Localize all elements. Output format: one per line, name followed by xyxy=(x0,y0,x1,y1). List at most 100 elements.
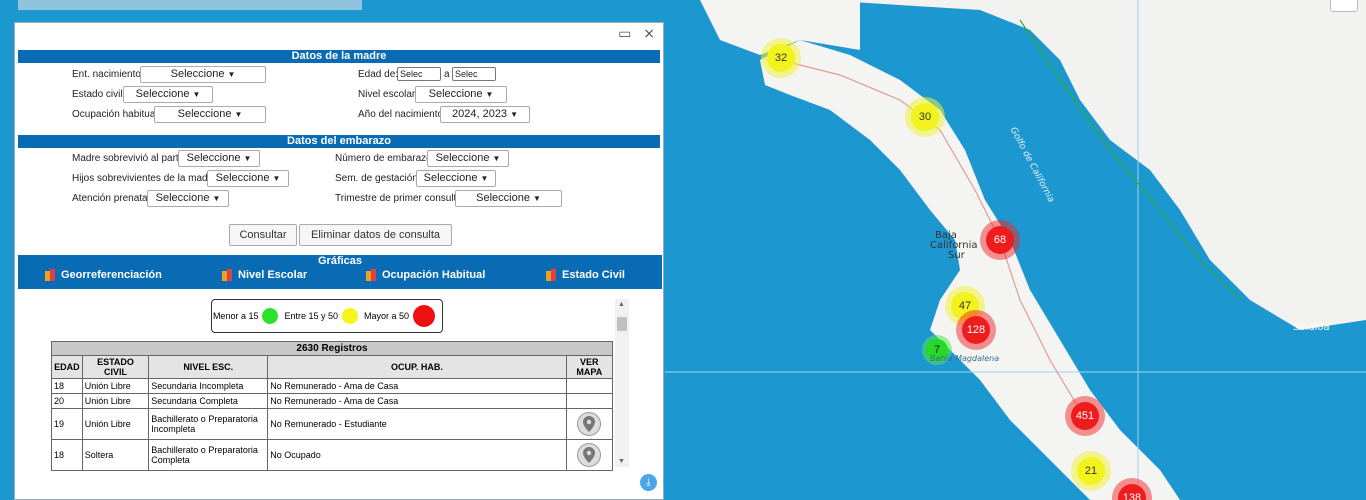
cluster-count: 68 xyxy=(986,226,1014,254)
sobrevivio-select[interactable]: Seleccione ▼ xyxy=(178,150,260,167)
chart-icon xyxy=(45,269,55,281)
map-label-sur: Sur xyxy=(948,250,965,261)
cluster-count: 30 xyxy=(911,103,939,131)
cluster-count: 138 xyxy=(1118,484,1146,500)
edad-to-select[interactable]: Selec xyxy=(452,67,496,81)
window-controls[interactable]: ▭ ⨯ xyxy=(618,25,659,42)
edad-separator: a xyxy=(444,69,450,80)
cell-edad: 19 xyxy=(51,408,83,440)
table-scrollbar[interactable]: ▲ ▼ xyxy=(615,299,629,467)
legend-mid-label: Entre 15 y 50 xyxy=(284,311,339,321)
chevron-down-icon: ▼ xyxy=(480,174,489,183)
map-cluster[interactable]: 21 xyxy=(1071,451,1111,491)
col-nivel: NIVEL ESC. xyxy=(148,355,269,379)
chart-icon xyxy=(222,269,232,281)
trimestre-label: Trimestre de primer consulta: xyxy=(335,193,465,204)
cluster-count: 128 xyxy=(962,316,990,344)
cell-edad: 20 xyxy=(51,393,83,409)
cell-nivel: Bachillerato o Preparatoria Completa xyxy=(148,439,269,471)
scroll-down-icon[interactable]: ▼ xyxy=(618,458,625,465)
graficas-link-label: Georreferenciación xyxy=(61,269,162,281)
ocup-select[interactable]: Seleccione ▼ xyxy=(154,106,266,123)
table-row: 20 Unión Libre Secundaria Completa No Re… xyxy=(51,393,614,409)
chevron-down-icon: ▼ xyxy=(532,194,541,203)
anio-select[interactable]: 2024, 2023 ▼ xyxy=(440,106,530,123)
anio-value: 2024, 2023 xyxy=(452,108,508,120)
map-cluster[interactable]: 451 xyxy=(1065,396,1105,436)
scroll-up-icon[interactable]: ▲ xyxy=(618,301,625,308)
cell-ocup: No Remunerado - Estudiante xyxy=(267,408,567,440)
cluster-count: 451 xyxy=(1071,402,1099,430)
sem-value: Seleccione xyxy=(423,172,478,184)
cell-edad: 18 xyxy=(51,439,83,471)
sobrevivio-label: Madre sobrevivió al parto: xyxy=(72,153,188,164)
chart-icon xyxy=(366,269,376,281)
estado-civil-label: Estado civil: xyxy=(72,89,126,100)
zoom-out-button[interactable]: − xyxy=(1330,0,1358,12)
chevron-down-icon: ▼ xyxy=(212,194,221,203)
ent-nac-value: Seleccione xyxy=(170,68,225,80)
sem-select[interactable]: Seleccione ▼ xyxy=(416,170,496,187)
section-embarazo-title: Datos del embarazo xyxy=(18,135,660,148)
chevron-down-icon: ▼ xyxy=(272,174,281,183)
map-cluster[interactable]: 32 xyxy=(761,38,801,78)
map-cluster[interactable]: 68 xyxy=(980,220,1020,260)
anio-label: Año del nacimiento: xyxy=(358,109,446,120)
ocup-value: Seleccione xyxy=(177,108,232,120)
edad-from-select[interactable]: Selec xyxy=(397,67,441,81)
trimestre-select[interactable]: Seleccione ▼ xyxy=(455,190,562,207)
ocup-label: Ocupación habitual: xyxy=(72,109,161,120)
map-label-sinaloa: Sinaloa xyxy=(1293,322,1330,333)
col-estado-civil: ESTADO CIVIL xyxy=(81,355,150,379)
pin-glyph xyxy=(583,416,596,432)
col-ocup: OCUP. HAB. xyxy=(267,355,567,379)
hijos-value: Seleccione xyxy=(215,172,270,184)
cluster-count: 21 xyxy=(1077,457,1105,485)
hijos-label: Hijos sobrevivientes de la madre: xyxy=(72,173,220,184)
map-cluster[interactable]: 30 xyxy=(905,97,945,137)
table-row: 18 Unión Libre Secundaria Incompleta No … xyxy=(51,378,614,394)
graficas-link-label: Ocupación Habitual xyxy=(382,269,486,281)
sobrevivio-value: Seleccione xyxy=(186,152,241,164)
legend-green-dot xyxy=(262,308,279,324)
scroll-thumb[interactable] xyxy=(617,317,627,331)
color-legend: Menor a 15 Entre 15 y 50 Mayor a 50 xyxy=(211,299,443,333)
prenatal-label: Atención prenatal: xyxy=(72,193,153,204)
map-pin-icon[interactable] xyxy=(577,443,602,467)
estado-civil-select[interactable]: Seleccione ▼ xyxy=(123,86,213,103)
graficas-title: Gráficas xyxy=(317,255,363,267)
query-panel: ▭ ⨯ Datos de la madre Ent. nacimiento: S… xyxy=(14,22,664,500)
hijos-select[interactable]: Seleccione ▼ xyxy=(207,170,289,187)
map-top-bar xyxy=(18,0,362,10)
cell-estado-civil: Unión Libre xyxy=(81,378,150,394)
records-count: 2630 Registros xyxy=(51,341,613,356)
chevron-down-icon: ▼ xyxy=(243,154,252,163)
cell-nivel: Secundaria Completa xyxy=(148,393,269,409)
map-cluster[interactable]: 128 xyxy=(956,310,996,350)
estado-civil-value: Seleccione xyxy=(135,88,190,100)
map-pin-icon[interactable] xyxy=(577,412,602,436)
legend-red-dot xyxy=(413,305,436,327)
download-icon[interactable]: ⤓ xyxy=(640,474,657,491)
graficas-link-nivel[interactable]: Nivel Escolar xyxy=(222,269,307,281)
sem-label: Sem. de gestación: xyxy=(335,173,421,184)
graficas-link-ocupacion[interactable]: Ocupación Habitual xyxy=(366,269,485,281)
cell-ocup: No Remunerado - Ama de Casa xyxy=(267,393,567,409)
num-emb-select[interactable]: Seleccione ▼ xyxy=(427,150,509,167)
eliminar-button[interactable]: Eliminar datos de consulta xyxy=(299,224,452,246)
cell-ocup: No Remunerado - Ama de Casa xyxy=(267,378,567,394)
graficas-link-label: Nivel Escolar xyxy=(238,269,308,281)
legend-low-label: Menor a 15 xyxy=(212,311,259,321)
nivel-select[interactable]: Seleccione ▼ xyxy=(415,86,507,103)
col-ver-mapa: VER MAPA xyxy=(565,355,614,379)
cell-edad: 18 xyxy=(51,378,83,394)
prenatal-select[interactable]: Seleccione ▼ xyxy=(147,190,229,207)
ent-nac-select[interactable]: Seleccione ▼ xyxy=(140,66,266,83)
records-table: 2630 Registros EDAD ESTADO CIVIL NIVEL E… xyxy=(51,341,614,471)
graficas-link-georref[interactable]: Georreferenciación xyxy=(45,269,162,281)
section-madre-title: Datos de la madre xyxy=(18,50,660,63)
chevron-down-icon: ▼ xyxy=(485,90,494,99)
consultar-button[interactable]: Consultar xyxy=(229,224,297,246)
graficas-link-estado-civil[interactable]: Estado Civil xyxy=(546,269,625,281)
cell-nivel: Secundaria Incompleta xyxy=(148,378,269,394)
